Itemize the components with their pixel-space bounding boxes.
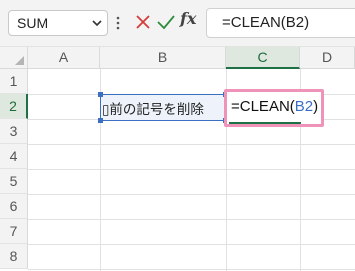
select-all-triangle-icon: [15, 56, 24, 65]
formula-reference: B2: [294, 98, 314, 115]
formula-suffix: ): [313, 98, 319, 115]
row-header-8[interactable]: 8: [0, 244, 28, 269]
row-header-3[interactable]: 3: [0, 119, 28, 144]
column-header-c[interactable]: C: [226, 47, 300, 69]
row-header-7[interactable]: 7: [0, 219, 28, 244]
row-header-5[interactable]: 5: [0, 169, 28, 194]
column-header-a[interactable]: A: [28, 47, 100, 69]
row-header-1[interactable]: 1: [0, 69, 28, 94]
range-handle[interactable]: [98, 118, 103, 123]
gridline: [28, 269, 355, 270]
row-header-4[interactable]: 4: [0, 144, 28, 169]
gridline: [28, 169, 355, 170]
chevron-down-icon[interactable]: [91, 15, 103, 31]
formula-bar[interactable]: =CLEAN(B2): [206, 8, 355, 38]
enter-check-icon[interactable]: [156, 13, 176, 31]
name-box-value: SUM: [17, 15, 49, 31]
more-options-icon[interactable]: [116, 13, 120, 33]
cell-c2-editing[interactable]: =CLEAN(B2): [224, 89, 324, 127]
cell-b2[interactable]: ▯前の記号を削除: [98, 92, 228, 123]
column-header-b[interactable]: B: [100, 47, 226, 69]
formula-bar-text: =CLEAN(B2): [222, 14, 310, 31]
cell-c2-formula: =CLEAN(B2): [231, 98, 318, 115]
select-all-corner[interactable]: [0, 47, 28, 69]
row-header-2[interactable]: 2: [0, 94, 28, 119]
range-handle[interactable]: [98, 92, 103, 97]
row-header-6[interactable]: 6: [0, 194, 28, 219]
formula-prefix: =CLEAN(: [231, 98, 295, 115]
gridline: [28, 144, 355, 145]
cell-b2-text: ▯前の記号を削除: [102, 102, 204, 118]
gridline: [28, 244, 355, 245]
column-header-d[interactable]: D: [300, 47, 355, 69]
formula-toolbar: SUM fx =CLEAN(B2): [0, 0, 355, 47]
gridline: [28, 219, 355, 220]
name-box[interactable]: SUM: [8, 10, 108, 36]
cancel-icon[interactable]: [134, 13, 152, 31]
insert-function-button[interactable]: fx: [180, 9, 196, 28]
gridline: [28, 194, 355, 195]
